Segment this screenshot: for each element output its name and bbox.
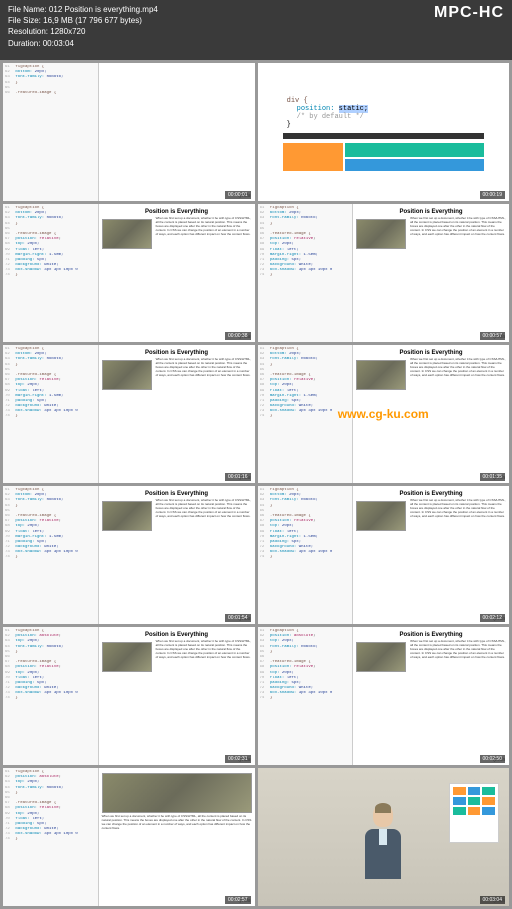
thumbnail-4[interactable]: 61 figcaption {62 bottom: 20px;63 font-f… [258,204,510,342]
thumbnail-11[interactable]: 61 figcaption {62 position: absolute;63 … [3,768,255,906]
thumbnail-12[interactable]: lynda 00:03:04 [258,768,510,906]
thumbnail-3[interactable]: 61 figcaption {62 bottom: 20px;63 font-f… [3,204,255,342]
thumbnail-1[interactable]: 61 figcaption {62 bottom: 20px;63 font-f… [3,63,255,201]
thumbnail-8[interactable]: 61 figcaption {62 bottom: 20px;63 font-f… [258,486,510,624]
thumbnail-10[interactable]: 61 figcaption {62 position: absolute;63 … [258,627,510,765]
app-name: MPC-HC [434,4,504,22]
file-info-header: File Name: 012 Position is everything.mp… [0,0,512,60]
thumbnail-9[interactable]: 61 figcaption {62 position: absolute;63 … [3,627,255,765]
thumbnail-6[interactable]: 61 figcaption {62 bottom: 20px;63 font-f… [258,345,510,483]
thumbnail-5[interactable]: 61 figcaption {62 bottom: 20px;63 font-f… [3,345,255,483]
thumbnail-grid: 61 figcaption {62 bottom: 20px;63 font-f… [0,60,512,909]
thumbnail-2[interactable]: div { position: static; /* by default */… [258,63,510,201]
watermark-overlay: www.cg-ku.com [338,407,429,421]
thumbnail-7[interactable]: 61 figcaption {62 bottom: 20px;63 font-f… [3,486,255,624]
